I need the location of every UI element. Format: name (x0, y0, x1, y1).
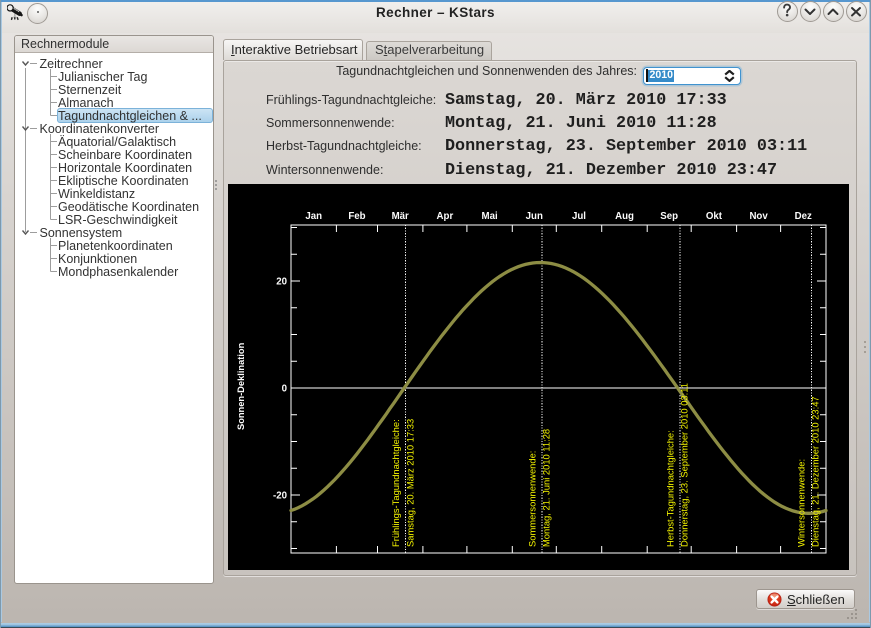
svg-text:Aug: Aug (615, 211, 634, 222)
svg-text:-20: -20 (273, 491, 287, 502)
svg-text:Apr: Apr (437, 211, 454, 222)
svg-text:Nov: Nov (749, 211, 768, 222)
svg-text:Mai: Mai (482, 211, 498, 222)
svg-text:Donnerstag, 23. September 2010: Donnerstag, 23. September 2010 03:11 (679, 383, 690, 547)
svg-text:Dez: Dez (795, 211, 812, 222)
svg-text:Wintersonnenwende:: Wintersonnenwende: (796, 459, 807, 547)
svg-text:Dienstag, 21. Dezember 2010 23: Dienstag, 21. Dezember 2010 23:47 (810, 396, 821, 547)
svg-text:Samstag, 20. März 2010 17:33: Samstag, 20. März 2010 17:33 (405, 419, 416, 547)
svg-text:Herbst-Tagundnachtgleiche:: Herbst-Tagundnachtgleiche: (665, 430, 676, 547)
svg-text:0: 0 (282, 384, 287, 395)
svg-text:Mär: Mär (392, 211, 409, 222)
svg-text:Jun: Jun (526, 211, 543, 222)
svg-text:Montag, 21. Juni 2010 11:28: Montag, 21. Juni 2010 11:28 (541, 429, 552, 547)
svg-text:20: 20 (276, 277, 287, 288)
svg-text:Jan: Jan (305, 211, 322, 222)
svg-text:Sonnen-Deklination: Sonnen-Deklination (236, 342, 246, 430)
svg-text:Okt: Okt (706, 211, 723, 222)
svg-text:Jul: Jul (572, 211, 586, 222)
svg-text:Sep: Sep (660, 211, 678, 222)
svg-text:Frühlings-Tagundnachtgleiche:: Frühlings-Tagundnachtgleiche: (390, 419, 401, 547)
svg-text:Sommersonnenwende:: Sommersonnenwende: (527, 451, 538, 547)
svg-text:Feb: Feb (348, 211, 365, 222)
